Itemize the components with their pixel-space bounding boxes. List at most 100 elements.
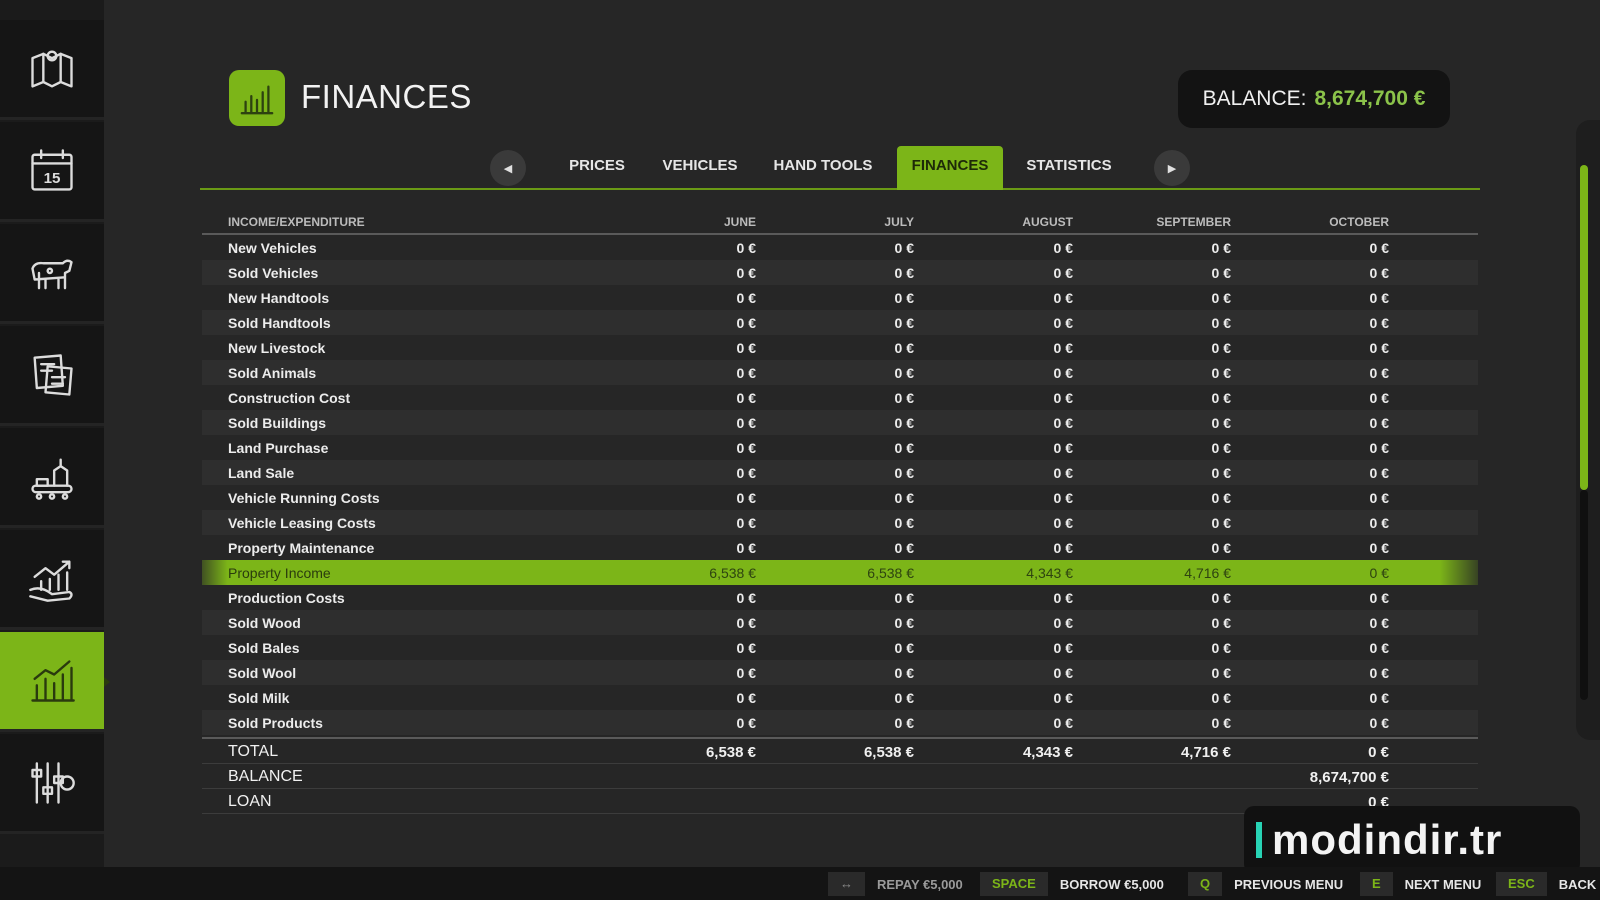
row-value: 0 €: [736, 715, 756, 731]
row-value: 0 €: [1369, 640, 1389, 656]
row-label: Sold Animals: [228, 365, 317, 381]
table-row[interactable]: Sold Animals 0 € 0 € 0 € 0 € 0 €: [202, 360, 1478, 385]
table-row[interactable]: Vehicle Running Costs 0 € 0 € 0 € 0 € 0 €: [202, 485, 1478, 510]
row-value: 0 €: [894, 590, 914, 606]
row-value: 0 €: [894, 690, 914, 706]
key-esc: ESC: [1496, 872, 1547, 896]
row-label: Production Costs: [228, 590, 345, 606]
row-value: 0 €: [1211, 365, 1231, 381]
row-value: 0 €: [1053, 515, 1073, 531]
totals-label: LOAN: [228, 793, 272, 810]
key-repay: ↔: [828, 872, 865, 896]
table-row[interactable]: New Handtools 0 € 0 € 0 € 0 € 0 €: [202, 285, 1478, 310]
hint-back[interactable]: ESC BACK: [1496, 872, 1596, 896]
table-row[interactable]: Land Sale 0 € 0 € 0 € 0 € 0 €: [202, 460, 1478, 485]
table-row[interactable]: Sold Bales 0 € 0 € 0 € 0 € 0 €: [202, 635, 1478, 660]
animals-icon: [31, 259, 73, 289]
row-value: 0 €: [1211, 715, 1231, 731]
row-value: 0 €: [736, 415, 756, 431]
table-row[interactable]: Construction Cost 0 € 0 € 0 € 0 € 0 €: [202, 385, 1478, 410]
row-label: Sold Products: [228, 715, 323, 731]
table-row[interactable]: New Livestock 0 € 0 € 0 € 0 € 0 €: [202, 335, 1478, 360]
tab-prices[interactable]: PRICES: [556, 146, 638, 190]
hint-label: BORROW €5,000: [1059, 876, 1164, 892]
finances-logo: [229, 70, 285, 126]
row-value: 4,716 €: [1184, 565, 1231, 581]
row-value: 0 €: [1053, 290, 1073, 306]
calendar-icon: 15: [31, 148, 73, 191]
totals-label: TOTAL: [228, 743, 279, 760]
table-row[interactable]: Land Purchase 0 € 0 € 0 € 0 € 0 €: [202, 435, 1478, 460]
row-value: 0 €: [1369, 665, 1389, 681]
row-value: 0 €: [1053, 690, 1073, 706]
row-label: Vehicle Leasing Costs: [228, 515, 376, 531]
row-value: 0 €: [736, 440, 756, 456]
scrollbar-thumb[interactable]: [1580, 165, 1588, 490]
row-value: 0 €: [1053, 415, 1073, 431]
row-value: 0 €: [894, 315, 914, 331]
hint-previous-menu[interactable]: Q PREVIOUS MENU: [1188, 872, 1343, 896]
sidebar-item-map[interactable]: [0, 20, 104, 120]
row-value: 0 €: [736, 265, 756, 281]
sidebar-item-settings[interactable]: [0, 734, 104, 834]
hint-borrow[interactable]: SPACE BORROW €5,000: [980, 872, 1164, 896]
row-value: 0 €: [1211, 465, 1231, 481]
sidebar-item-finance-growth[interactable]: [0, 530, 104, 630]
map-icon: [31, 49, 73, 88]
row-value: 0 €: [736, 290, 756, 306]
table-row[interactable]: Property Income 6,538 € 6,538 € 4,343 € 4,71…: [202, 560, 1478, 585]
row-value: 0 €: [894, 515, 914, 531]
table-row[interactable]: Sold Buildings 0 € 0 € 0 € 0 € 0 €: [202, 410, 1478, 435]
totals-value: 4,716 €: [1180, 744, 1231, 761]
table-row[interactable]: Sold Handtools 0 € 0 € 0 € 0 € 0 €: [202, 310, 1478, 335]
row-value: 0 €: [1211, 390, 1231, 406]
hint-label: PREVIOUS MENU: [1234, 876, 1344, 892]
hint-next-menu[interactable]: E NEXT MENU: [1360, 872, 1481, 896]
row-value: 0 €: [1053, 340, 1073, 356]
sidebar-item-production[interactable]: [0, 428, 104, 528]
hint-label: BACK: [1558, 876, 1597, 892]
bar-chart-icon: [240, 85, 274, 115]
row-value: 0 €: [1369, 365, 1389, 381]
watermark-bar: [1256, 822, 1262, 858]
table-row[interactable]: Property Maintenance 0 € 0 € 0 € 0 € 0 €: [202, 535, 1478, 560]
tab-next-button[interactable]: ▶: [1154, 150, 1190, 186]
table-row[interactable]: New Vehicles 0 € 0 € 0 € 0 € 0 €: [202, 235, 1478, 260]
sidebar-item-calendar[interactable]: 15: [0, 122, 104, 222]
tab-finances[interactable]: FINANCES: [897, 146, 1003, 190]
row-label: New Livestock: [228, 340, 326, 356]
table-row[interactable]: Sold Products 0 € 0 € 0 € 0 € 0 €: [202, 710, 1478, 735]
table-row[interactable]: Sold Wool 0 € 0 € 0 € 0 € 0 €: [202, 660, 1478, 685]
row-value: 0 €: [1211, 690, 1231, 706]
finances-table: INCOME/EXPENDITURE JUNE JULY AUGUST SEPT…: [202, 206, 1478, 814]
tab-vehicles[interactable]: VEHICLES: [654, 146, 746, 190]
row-value: 0 €: [1053, 240, 1073, 256]
totals-value: 8,674,700 €: [1309, 769, 1389, 786]
sidebar-item-contracts[interactable]: [0, 326, 104, 426]
row-value: 0 €: [1369, 715, 1389, 731]
row-value: 0 €: [1053, 665, 1073, 681]
row-value: 0 €: [1369, 540, 1389, 556]
row-value: 0 €: [1369, 565, 1389, 581]
row-value: 0 €: [736, 690, 756, 706]
tab-statistics[interactable]: STATISTICS: [1020, 146, 1118, 190]
table-row[interactable]: Sold Wood 0 € 0 € 0 € 0 € 0 €: [202, 610, 1478, 635]
row-value: 0 €: [736, 590, 756, 606]
svg-text:15: 15: [44, 169, 61, 186]
table-row[interactable]: Sold Vehicles 0 € 0 € 0 € 0 € 0 €: [202, 260, 1478, 285]
row-value: 0 €: [894, 640, 914, 656]
table-row[interactable]: Vehicle Leasing Costs 0 € 0 € 0 € 0 € 0 €: [202, 510, 1478, 535]
row-label: Property Maintenance: [228, 540, 375, 556]
tab-prev-button[interactable]: ◀: [490, 150, 526, 186]
hint-repay[interactable]: ↔ REPAY €5,000: [828, 872, 963, 896]
table-row[interactable]: Production Costs 0 € 0 € 0 € 0 € 0 €: [202, 585, 1478, 610]
row-value: 6,538 €: [709, 565, 756, 581]
table-row[interactable]: Sold Milk 0 € 0 € 0 € 0 € 0 €: [202, 685, 1478, 710]
table-body: New Vehicles 0 €0 €0 €0 €0 € Sold Vehicles…: [202, 235, 1478, 735]
sidebar-item-finances[interactable]: [0, 632, 110, 732]
hint-label: REPAY €5,000: [877, 876, 963, 892]
row-label: Property Income: [228, 565, 331, 581]
sidebar-item-animals[interactable]: [0, 224, 104, 324]
row-value: 0 €: [1211, 415, 1231, 431]
tab-hand-tools[interactable]: HAND TOOLS: [764, 146, 882, 190]
